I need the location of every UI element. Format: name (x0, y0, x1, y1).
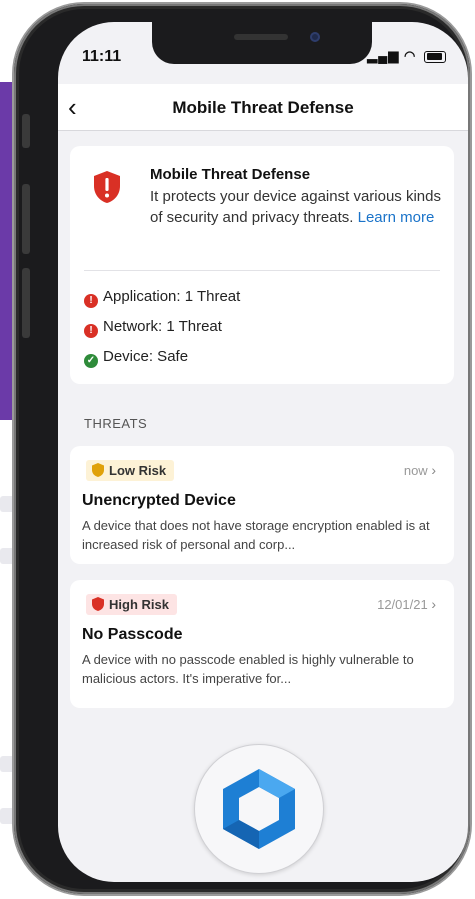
status-row-network: ! Network: 1 Threat (84, 318, 222, 338)
page-title: Mobile Threat Defense (172, 98, 354, 117)
phone-frame: 11:11 ▂▄▆ ◠ ‹ Mobile Threat Defense Mobi… (14, 4, 470, 894)
speaker (234, 34, 288, 40)
threat-card-no-passcode[interactable]: High Risk 12/01/21 › No Passcode A devic… (70, 580, 454, 708)
status-icons: ▂▄▆ ◠ (367, 48, 446, 64)
volume-up-button (22, 184, 30, 254)
alert-circle-icon: ! (84, 294, 98, 308)
chevron-right-icon: › (431, 462, 436, 478)
risk-badge-high: High Risk (86, 594, 177, 615)
phone-screen: 11:11 ▂▄▆ ◠ ‹ Mobile Threat Defense Mobi… (58, 22, 468, 882)
hexagon-logo-icon (223, 769, 295, 849)
mute-switch (22, 114, 30, 148)
wifi-icon: ◠ (404, 48, 417, 63)
check-circle-icon: ✓ (84, 354, 98, 368)
volume-down-button (22, 268, 30, 338)
summary-description: It protects your device against various … (150, 188, 441, 226)
threat-title: Unencrypted Device (82, 492, 236, 509)
threat-card-unencrypted-device[interactable]: Low Risk now › Unencrypted Device A devi… (70, 446, 454, 564)
threat-title: No Passcode (82, 626, 183, 643)
threat-description: A device that does not have storage encr… (82, 518, 430, 552)
divider (84, 270, 440, 271)
battery-icon (424, 50, 446, 63)
summary-card: Mobile Threat Defense It protects your d… (70, 146, 454, 384)
shield-icon (92, 463, 104, 477)
threats-section-header: THREATS (84, 416, 148, 431)
status-time: 11:11 (82, 48, 122, 65)
navigation-bar: ‹ Mobile Threat Defense (58, 84, 468, 131)
learn-more-link[interactable]: Learn more (358, 209, 435, 226)
front-camera (310, 32, 320, 42)
threat-description: A device with no passcode enabled is hig… (82, 652, 414, 686)
app-logo-button[interactable] (194, 744, 324, 874)
threat-time: 12/01/21 › (377, 596, 436, 612)
threat-time: now › (403, 462, 436, 478)
chevron-right-icon: › (431, 596, 436, 612)
notch (152, 22, 372, 64)
status-row-application: ! Application: 1 Threat (84, 288, 240, 308)
status-row-device: ✓ Device: Safe (84, 348, 188, 368)
signal-icon: ▂▄▆ (367, 48, 400, 63)
alert-circle-icon: ! (84, 324, 98, 338)
risk-badge-low: Low Risk (86, 460, 175, 481)
summary-title: Mobile Threat Defense (150, 166, 311, 183)
shield-icon (92, 597, 104, 611)
shield-alert-icon (94, 171, 120, 203)
